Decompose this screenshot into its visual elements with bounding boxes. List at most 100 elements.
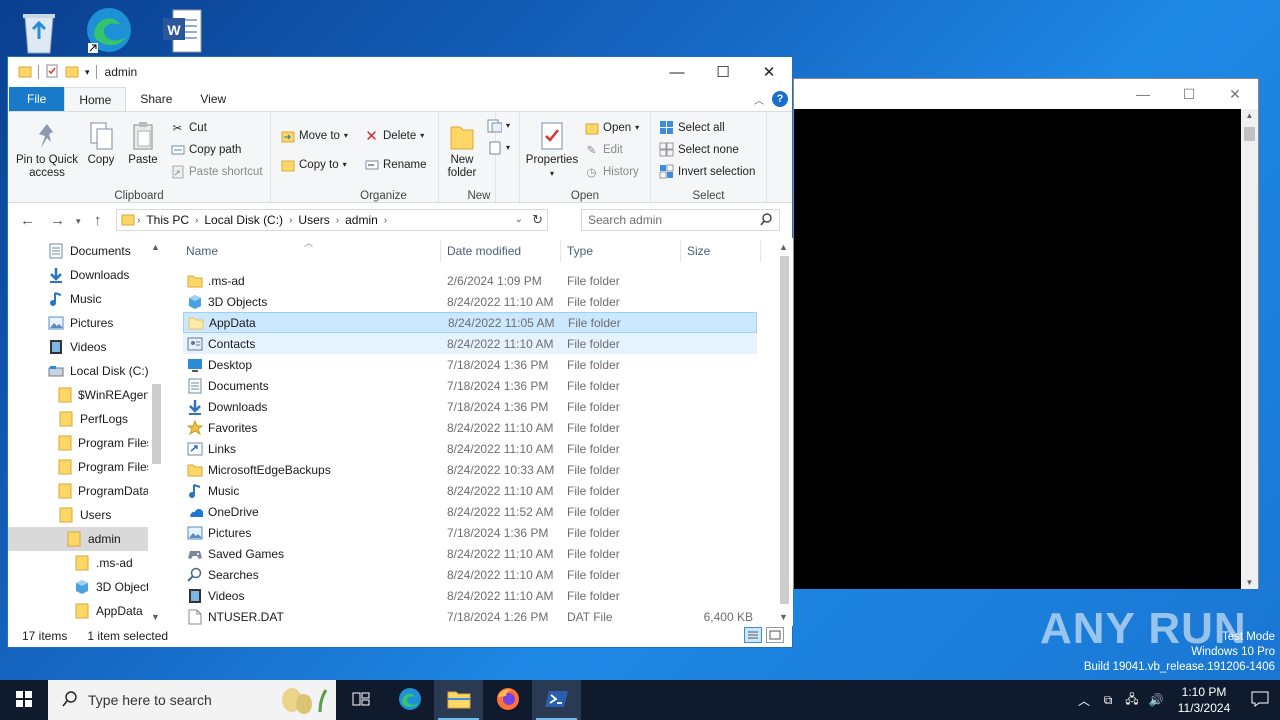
navigation-pane[interactable]: AppData 3D Objects .ms-ad admin Users Program…: [8, 238, 165, 626]
scroll-down-icon[interactable]: ▼: [151, 612, 160, 622]
notifications-button[interactable]: [1240, 691, 1280, 710]
address-bar[interactable]: › This PC › Local Disk (C:) › Users › ad…: [116, 209, 548, 231]
taskbar-edge-button[interactable]: [385, 680, 434, 720]
help-icon[interactable]: ?: [772, 91, 788, 107]
nav-item[interactable]: admin: [8, 527, 148, 551]
taskbar-search-box[interactable]: Type here to search: [48, 680, 336, 720]
clock[interactable]: 1:10 PM 11/3/2024: [1168, 684, 1240, 716]
rename-button[interactable]: Rename: [364, 157, 426, 172]
taskbar-explorer-button[interactable]: [434, 680, 483, 720]
open-button[interactable]: Open ▾: [584, 120, 639, 135]
forward-arrow-icon[interactable]: →: [50, 212, 65, 229]
console-body[interactable]: [794, 109, 1242, 589]
copy-button[interactable]: Copy: [84, 120, 118, 167]
tab-file[interactable]: File: [9, 87, 65, 111]
file-row[interactable]: Contacts 8/24/2022 11:10 AM File folder: [183, 333, 757, 354]
column-divider[interactable]: [760, 240, 761, 262]
nav-item[interactable]: Downloads: [8, 263, 148, 287]
file-row[interactable]: .ms-ad 2/6/2024 1:09 PM File folder: [183, 270, 757, 291]
file-row[interactable]: Saved Games 8/24/2022 11:10 AM File folder: [183, 543, 757, 564]
file-row[interactable]: 3D Objects 8/24/2022 11:10 AM File folder: [183, 291, 757, 312]
paste-shortcut-button[interactable]: Paste shortcut: [170, 164, 263, 179]
back-arrow-icon[interactable]: ←: [20, 212, 35, 229]
properties-button[interactable]: Properties ▾: [524, 120, 580, 180]
large-icons-view-icon[interactable]: [766, 627, 784, 643]
file-row[interactable]: Favorites 8/24/2022 11:10 AM File folder: [183, 417, 757, 438]
chevron-right-icon[interactable]: ›: [289, 215, 292, 226]
address-dropdown-icon[interactable]: ⌄: [515, 214, 523, 225]
taskbar-firefox-button[interactable]: [483, 680, 532, 720]
qat-dropdown-icon[interactable]: ▾: [85, 67, 90, 78]
console-scrollbar[interactable]: ▲ ▼: [1241, 109, 1258, 589]
scroll-up-icon[interactable]: ▲: [1241, 111, 1258, 120]
breadcrumb-admin[interactable]: admin: [345, 213, 378, 227]
new-folder-button[interactable]: New folder: [443, 120, 481, 180]
easy-access-button[interactable]: ▾: [487, 140, 510, 155]
maximize-button[interactable]: ☐: [700, 57, 746, 87]
nav-item[interactable]: Program Files: [8, 431, 148, 455]
scroll-down-icon[interactable]: ▼: [1241, 578, 1258, 587]
column-header-size[interactable]: Size: [687, 238, 710, 264]
refresh-icon[interactable]: ↻: [532, 212, 543, 228]
console-maximize-button[interactable]: ☐: [1166, 86, 1212, 103]
breadcrumb-local-disk[interactable]: Local Disk (C:): [204, 213, 283, 227]
console-close-button[interactable]: ✕: [1212, 86, 1258, 103]
file-row[interactable]: Documents 7/18/2024 1:36 PM File folder: [183, 375, 757, 396]
recycle-bin-icon[interactable]: [14, 6, 64, 58]
file-explorer-window[interactable]: ▾ admin — ☐ ✕ File Home Share View ︿ ? P…: [7, 56, 793, 648]
new-folder-icon[interactable]: [65, 64, 79, 81]
copy-to-button[interactable]: Copy to ▾: [280, 157, 347, 172]
paste-button[interactable]: Paste: [126, 120, 160, 167]
nav-item[interactable]: Videos: [8, 335, 148, 359]
properties-icon[interactable]: [45, 64, 59, 81]
nav-scrollbar[interactable]: ▲ ▼: [148, 238, 165, 626]
word-icon[interactable]: W: [158, 6, 208, 58]
nav-item[interactable]: PerfLogs: [8, 407, 148, 431]
file-row[interactable]: Videos 8/24/2022 11:10 AM File folder: [183, 585, 757, 606]
nav-item[interactable]: Local Disk (C:): [8, 359, 148, 383]
console-scroll-thumb[interactable]: [1244, 127, 1255, 141]
breadcrumb-this-pc[interactable]: This PC: [146, 213, 189, 227]
cut-button[interactable]: ✂ Cut: [170, 120, 207, 135]
chevron-right-icon[interactable]: ›: [336, 215, 339, 226]
start-button[interactable]: [0, 680, 48, 720]
nav-item[interactable]: ProgramData: [8, 479, 148, 503]
file-row[interactable]: Searches 8/24/2022 11:10 AM File folder: [183, 564, 757, 585]
pin-to-quick-access-button[interactable]: Pin to Quick access: [14, 120, 80, 180]
file-row[interactable]: MicrosoftEdgeBackups 8/24/2022 10:33 AM Fi…: [183, 459, 757, 480]
edit-button[interactable]: ✎ Edit: [584, 142, 623, 157]
scroll-up-icon[interactable]: ▲: [151, 242, 160, 252]
network-icon[interactable]: 🖧: [1120, 690, 1144, 711]
tab-view[interactable]: View: [186, 87, 240, 111]
chevron-right-icon[interactable]: ›: [195, 215, 198, 226]
nav-scroll-thumb[interactable]: [152, 384, 161, 464]
file-row[interactable]: Pictures 7/18/2024 1:36 PM File folder: [183, 522, 757, 543]
breadcrumb-users[interactable]: Users: [298, 213, 329, 227]
console-window[interactable]: — ☐ ✕ ▲ ▼: [793, 78, 1259, 589]
show-hidden-icons-icon[interactable]: ︿: [1072, 692, 1096, 709]
file-row[interactable]: Desktop 7/18/2024 1:36 PM File folder: [183, 354, 757, 375]
column-divider[interactable]: [680, 240, 681, 262]
column-header-name[interactable]: Name: [186, 238, 218, 264]
up-arrow-icon[interactable]: ↑: [94, 212, 102, 229]
file-row[interactable]: Links 8/24/2022 11:10 AM File folder: [183, 438, 757, 459]
taskbar-powershell-button[interactable]: [532, 680, 581, 720]
file-list-scroll-thumb[interactable]: [780, 256, 789, 604]
close-button[interactable]: ✕: [746, 57, 792, 87]
file-row[interactable]: OneDrive 8/24/2022 11:52 AM File folder: [183, 501, 757, 522]
nav-item[interactable]: Music: [8, 287, 148, 311]
edge-icon[interactable]: [84, 4, 134, 56]
tab-home[interactable]: Home: [64, 87, 127, 111]
select-all-button[interactable]: Select all: [659, 120, 725, 135]
file-row[interactable]: Music 8/24/2022 11:10 AM File folder: [183, 480, 757, 501]
console-minimize-button[interactable]: —: [1120, 86, 1166, 102]
nav-item[interactable]: Documents: [8, 239, 148, 263]
copy-path-button[interactable]: Copy path: [170, 142, 241, 157]
task-view-button[interactable]: [336, 680, 385, 720]
minimize-button[interactable]: —: [654, 57, 700, 87]
scroll-down-icon[interactable]: ▼: [779, 612, 788, 622]
column-header-date[interactable]: Date modified: [447, 238, 521, 264]
history-button[interactable]: ◷ History: [584, 164, 638, 179]
nav-item[interactable]: .ms-ad: [8, 551, 148, 575]
details-view-icon[interactable]: [744, 627, 762, 643]
